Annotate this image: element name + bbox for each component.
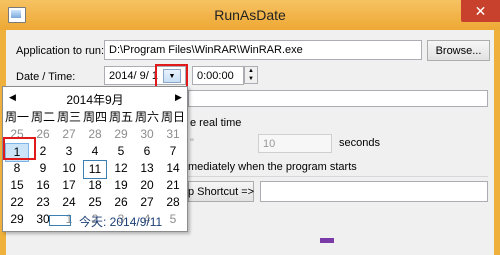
- day-cell[interactable]: 15: [5, 177, 29, 194]
- separator-line: [188, 176, 488, 177]
- day-cell[interactable]: 18: [83, 177, 107, 194]
- time-spinner[interactable]: ▲ ▼: [244, 66, 258, 84]
- day-cell[interactable]: 7: [161, 143, 185, 160]
- highlight-box-dropdown: [155, 64, 188, 88]
- day-cell[interactable]: 17: [57, 177, 81, 194]
- weekday-header: 周一 周二 周三 周四 周五 周六 周日: [5, 109, 185, 126]
- day-cell[interactable]: 5: [109, 143, 133, 160]
- day-cell[interactable]: 29: [109, 126, 133, 143]
- weekday-fri: 周五: [109, 110, 134, 124]
- weekday-mon: 周一: [5, 110, 30, 124]
- day-cell[interactable]: 31: [161, 126, 185, 143]
- day-cell[interactable]: 16: [31, 177, 55, 194]
- day-cell[interactable]: 30: [135, 126, 159, 143]
- day-cell[interactable]: 28: [83, 126, 107, 143]
- day-cell[interactable]: 22: [5, 194, 29, 211]
- day-cell[interactable]: 24: [57, 194, 81, 211]
- day-cell[interactable]: 9: [31, 160, 55, 177]
- today-link[interactable]: 今天: 2014/9/11: [79, 213, 162, 230]
- create-shortcut-button[interactable]: p Shortcut =>: [188, 181, 254, 202]
- day-cell[interactable]: 28: [161, 194, 185, 211]
- day-cell[interactable]: 21: [161, 177, 185, 194]
- time-input[interactable]: 0:00:00: [192, 66, 244, 85]
- weekday-tue: 周二: [31, 110, 56, 124]
- day-cell[interactable]: 12: [109, 160, 133, 177]
- app-to-run-label: Application to run:: [16, 45, 105, 57]
- title-bar[interactable]: RunAsDate ✕: [0, 0, 500, 30]
- day-cell[interactable]: 20: [135, 177, 159, 194]
- close-button[interactable]: ✕: [461, 0, 500, 22]
- delay-label-fragment: ": [190, 137, 194, 149]
- spin-up-icon[interactable]: ▲: [245, 67, 257, 75]
- day-cell[interactable]: 23: [31, 194, 55, 211]
- day-cell[interactable]: 27: [135, 194, 159, 211]
- app-path-input[interactable]: D:\Program Files\WinRAR\WinRAR.exe: [104, 40, 422, 60]
- real-time-label: e real time: [190, 117, 242, 129]
- runasdate-window: RunAsDate ✕ Application to run: D:\Progr…: [0, 0, 500, 255]
- day-cell[interactable]: 10: [57, 160, 81, 177]
- calendar-grid: 周一 周二 周三 周四 周五 周六 周日 25 26 27 28 29 30 3…: [5, 109, 185, 228]
- highlight-box-selected-day: [3, 137, 36, 160]
- weekday-thu: 周四: [83, 110, 108, 124]
- browse-button[interactable]: Browse...: [427, 40, 490, 61]
- decorative-mark: [320, 238, 334, 243]
- day-cell[interactable]: 29: [5, 211, 29, 228]
- day-cell[interactable]: 4: [83, 143, 107, 160]
- next-month-icon[interactable]: ▶: [175, 92, 182, 103]
- weekday-sun: 周日: [161, 110, 186, 124]
- day-cell[interactable]: 14: [161, 160, 185, 177]
- calendar-week-4: 15 16 17 18 19 20 21: [5, 177, 185, 194]
- seconds-label: seconds: [339, 137, 380, 149]
- calendar-week-3: 8 9 10 11 12 13 14: [5, 160, 185, 179]
- date-value: 2014/ 9/ 1: [109, 70, 158, 82]
- shortcut-name-input[interactable]: [260, 181, 488, 202]
- day-cell[interactable]: 13: [135, 160, 159, 177]
- spin-down-icon[interactable]: ▼: [245, 75, 257, 83]
- weekday-wed: 周三: [57, 110, 82, 124]
- day-cell[interactable]: 26: [109, 194, 133, 211]
- day-cell[interactable]: 5: [161, 211, 185, 228]
- day-cell[interactable]: 3: [57, 143, 81, 160]
- calendar-week-5: 22 23 24 25 26 27 28: [5, 194, 185, 211]
- today-icon[interactable]: [49, 215, 71, 226]
- hidden-field[interactable]: [188, 90, 488, 107]
- weekday-sat: 周六: [135, 110, 160, 124]
- calendar-month-title[interactable]: 2014年9月: [3, 91, 187, 108]
- day-cell[interactable]: 19: [109, 177, 133, 194]
- day-cell[interactable]: 27: [57, 126, 81, 143]
- day-cell[interactable]: 6: [135, 143, 159, 160]
- window-title: RunAsDate: [214, 7, 286, 23]
- seconds-input[interactable]: 10: [258, 134, 332, 153]
- day-cell[interactable]: 8: [5, 160, 29, 177]
- immediately-label: mediately when the program starts: [188, 161, 357, 173]
- day-cell[interactable]: 25: [83, 194, 107, 211]
- date-time-label: Date / Time:: [16, 71, 76, 83]
